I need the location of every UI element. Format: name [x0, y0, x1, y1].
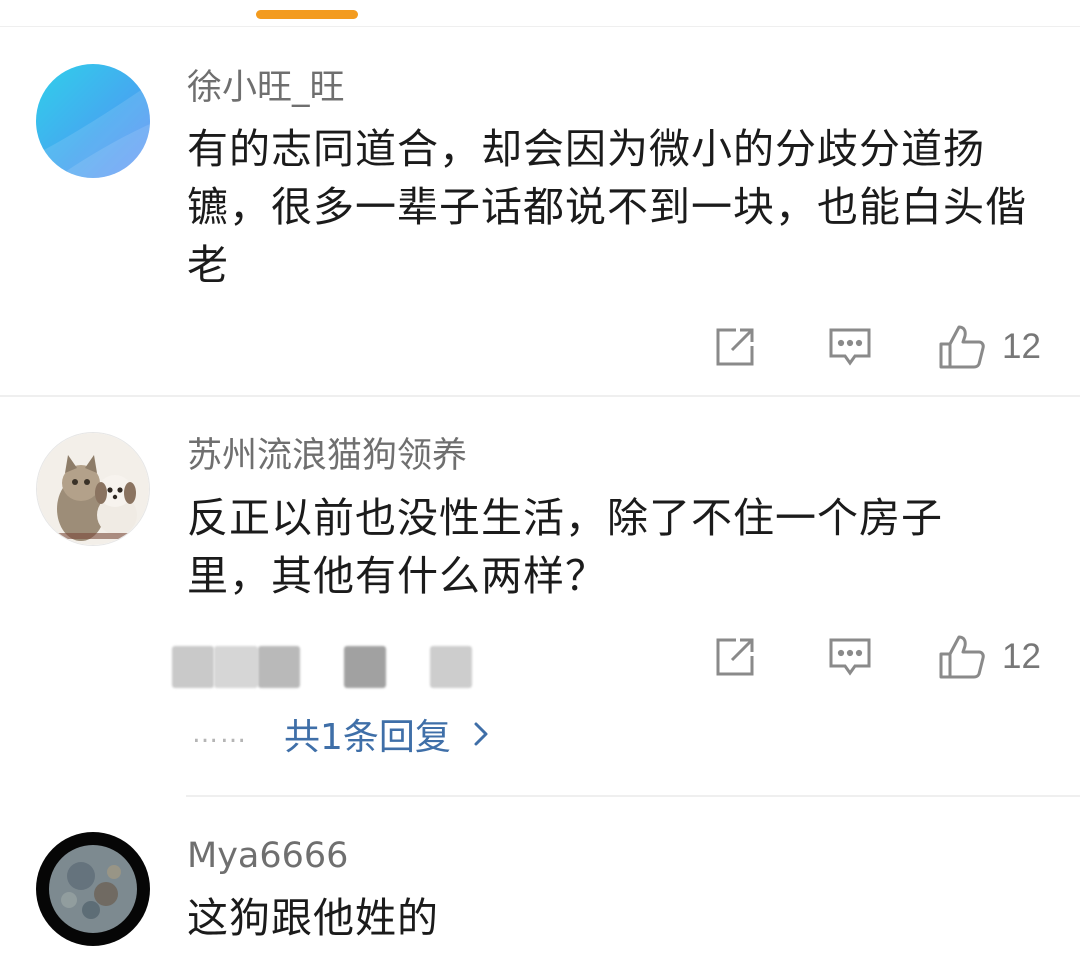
avatar[interactable] [36, 832, 150, 946]
comment-text: 这狗跟他姓的 [187, 894, 439, 942]
username[interactable]: Mya6666 [187, 836, 348, 876]
comment-item: Mya6666 这狗跟他姓的 [0, 0, 1080, 975]
